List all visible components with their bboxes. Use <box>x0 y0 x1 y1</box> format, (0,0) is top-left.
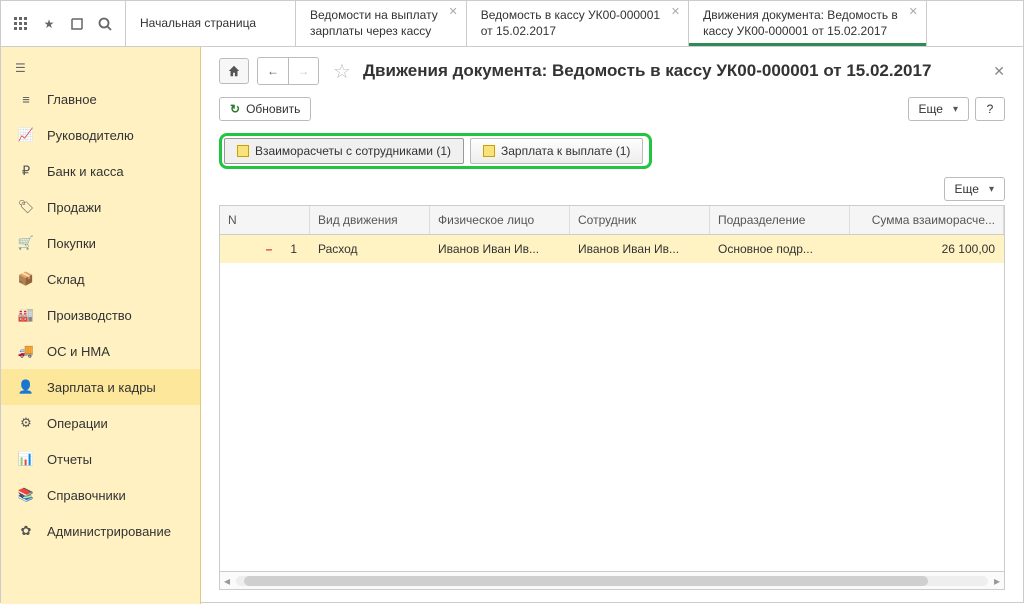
sidebar-icon: ✿ <box>17 522 35 540</box>
sidebar-item[interactable]: 👤 Зарплата и кадры <box>1 369 200 405</box>
column-header[interactable]: Подразделение <box>710 206 850 234</box>
sidebar-item-label: Руководителю <box>47 128 134 143</box>
sidebar-item-label: Склад <box>47 272 85 287</box>
apps-icon[interactable] <box>7 10 35 38</box>
highlight-box: Взаиморасчеты с сотрудниками (1)Зарплата… <box>219 133 652 169</box>
register-icon <box>237 145 249 157</box>
history-icon[interactable] <box>63 10 91 38</box>
sidebar-icon: 📊 <box>17 450 35 468</box>
nav-forward-button[interactable]: → <box>288 58 318 84</box>
sidebar-icon: 🛒 <box>17 234 35 252</box>
sidebar-item[interactable]: 📊 Отчеты <box>1 441 200 477</box>
sidebar-icon: 📈 <box>17 126 35 144</box>
sidebar-item-label: Зарплата и кадры <box>47 380 156 395</box>
sidebar-item[interactable]: ₽ Банк и касса <box>1 153 200 189</box>
refresh-icon: ↻ <box>230 102 240 116</box>
register-tab[interactable]: Зарплата к выплате (1) <box>470 138 643 164</box>
sidebar-item[interactable]: ✿ Администрирование <box>1 513 200 549</box>
column-header[interactable]: Сотрудник <box>570 206 710 234</box>
sidebar-item[interactable]: 📚 Справочники <box>1 477 200 513</box>
sidebar-item-label: Главное <box>47 92 97 107</box>
sidebar-icon: 📦 <box>17 270 35 288</box>
star-icon[interactable]: ★ <box>35 10 63 38</box>
column-header[interactable]: Вид движения <box>310 206 430 234</box>
sidebar-item-label: Покупки <box>47 236 96 251</box>
sidebar-item[interactable]: 🏷 Продажи <box>1 189 200 225</box>
sidebar-item[interactable]: 🏭 Производство <box>1 297 200 333</box>
horizontal-scrollbar[interactable]: ◂▸ <box>220 571 1004 589</box>
sidebar-item[interactable]: 🛒 Покупки <box>1 225 200 261</box>
table-row[interactable]: –1РасходИванов Иван Ив...Иванов Иван Ив.… <box>220 235 1004 263</box>
sidebar-item[interactable]: ≡ Главное <box>1 81 200 117</box>
sidebar-item-label: ОС и НМА <box>47 344 110 359</box>
sidebar-item-label: Отчеты <box>47 452 92 467</box>
top-tab[interactable]: Ведомость в кассу УК00-000001от 15.02.20… <box>466 1 688 46</box>
sidebar-item-label: Администрирование <box>47 524 171 539</box>
sidebar-icon: 👤 <box>17 378 35 396</box>
table-more-button[interactable]: Еще <box>944 177 1005 201</box>
tab-close-icon[interactable]: ✕ <box>909 5 918 19</box>
sidebar-item-label: Продажи <box>47 200 101 215</box>
column-header[interactable]: Физическое лицо <box>430 206 570 234</box>
sidebar-item[interactable]: ⚙ Операции <box>1 405 200 441</box>
tab-close-icon[interactable]: ✕ <box>671 5 680 19</box>
sidebar-icon: 📚 <box>17 486 35 504</box>
close-page-button[interactable]: ✕ <box>993 63 1005 80</box>
column-header[interactable]: Сумма взаиморасче... <box>850 206 1004 234</box>
sidebar-icon: 🚚 <box>17 342 35 360</box>
sidebar-icon: ≡ <box>17 90 35 108</box>
sidebar-item-label: Операции <box>47 416 108 431</box>
sidebar-item-label: Справочники <box>47 488 126 503</box>
records-table: NВид движенияФизическое лицоСотрудникПод… <box>219 205 1005 590</box>
refresh-button[interactable]: ↻Обновить <box>219 97 311 121</box>
sidebar-item-label: Производство <box>47 308 132 323</box>
sidebar-icon: 🏭 <box>17 306 35 324</box>
register-icon <box>483 145 495 157</box>
top-tab[interactable]: Ведомости на выплатузарплаты через кассу… <box>295 1 466 46</box>
more-button[interactable]: Еще <box>908 97 969 121</box>
sidebar-item[interactable]: 🚚 ОС и НМА <box>1 333 200 369</box>
sidebar-icon: ₽ <box>17 162 35 180</box>
expense-indicator-icon: – <box>266 242 273 256</box>
tab-close-icon[interactable]: ✕ <box>449 5 458 19</box>
register-tab[interactable]: Взаиморасчеты с сотрудниками (1) <box>224 138 464 164</box>
page-title: Движения документа: Ведомость в кассу УК… <box>363 61 985 81</box>
top-tab[interactable]: Движения документа: Ведомость вкассу УК0… <box>688 1 927 46</box>
help-button[interactable]: ? <box>975 97 1005 121</box>
home-button[interactable] <box>219 58 249 84</box>
sidebar-item[interactable]: 📈 Руководителю <box>1 117 200 153</box>
sidebar-item[interactable]: 📦 Склад <box>1 261 200 297</box>
favorite-star-icon[interactable]: ☆ <box>333 59 351 84</box>
sidebar-icon: 🏷 <box>17 198 35 216</box>
menu-toggle-icon[interactable]: ☰ <box>1 55 200 81</box>
top-tab[interactable]: Начальная страница <box>125 1 295 46</box>
column-header[interactable]: N <box>220 206 310 234</box>
sidebar-item-label: Банк и касса <box>47 164 124 179</box>
nav-back-button[interactable]: ← <box>258 58 288 84</box>
search-icon[interactable] <box>91 10 119 38</box>
sidebar-icon: ⚙ <box>17 414 35 432</box>
